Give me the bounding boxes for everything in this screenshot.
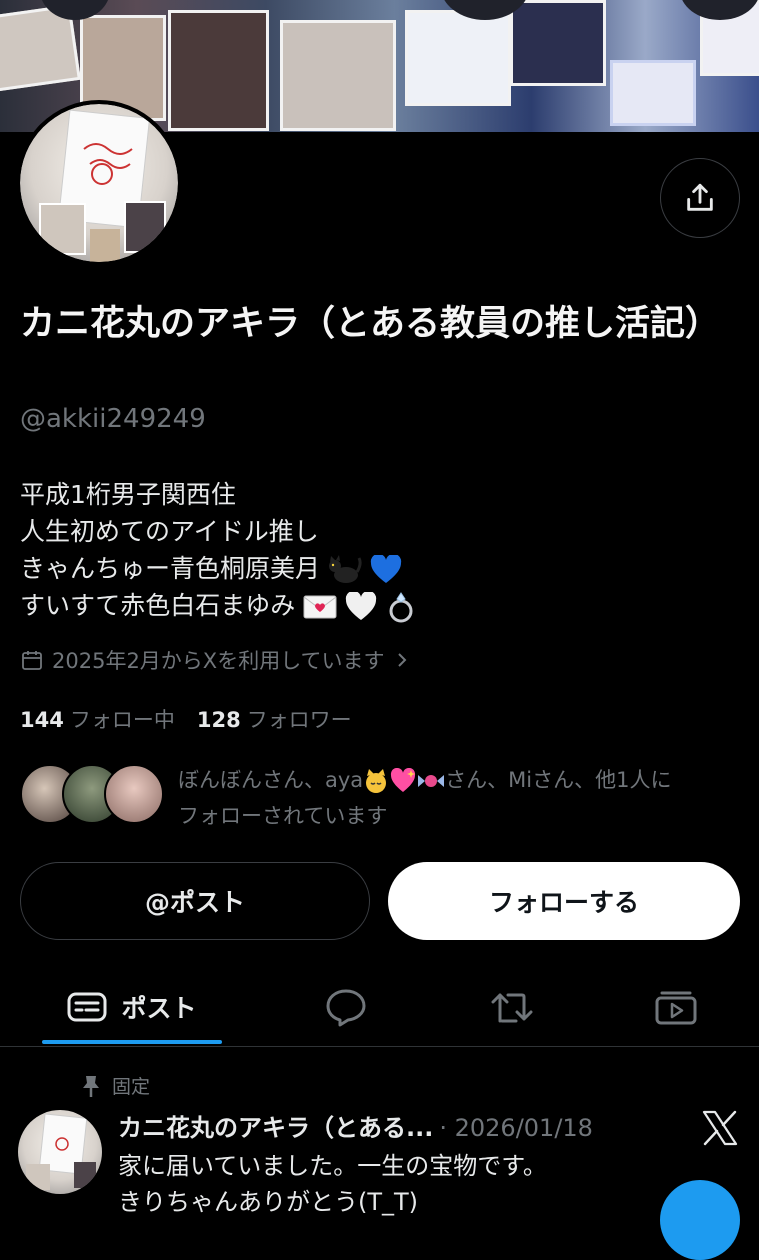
followed-by-suffix: フォローされています	[178, 804, 388, 828]
tab-posts[interactable]: ポスト	[42, 968, 222, 1046]
love-letter-icon	[303, 595, 337, 619]
banner-photo-card	[510, 0, 606, 86]
joined-text: 2025年2月からXを利用しています	[52, 649, 385, 673]
followers-count: 128	[196, 708, 241, 732]
compose-fab-button[interactable]	[660, 1180, 740, 1260]
followed-by-text[interactable]: ぼんぼんさん、aya さん、Miさん、他1人に フォローされています	[178, 762, 738, 834]
bio-line: すいすて赤色白石まゆみ	[20, 587, 419, 624]
banner-sign-card	[405, 10, 511, 106]
calendar-icon	[22, 651, 42, 670]
user-handle: @akkii249249	[20, 404, 206, 434]
sparkling-heart-icon	[391, 768, 416, 792]
tweet-author-name[interactable]: カニ花丸のアキラ（とある...	[118, 1114, 433, 1142]
profile-bio: 平成1桁男子関西住 人生初めてのアイドル推し きゃんちゅー青色桐原美月 すいすて…	[20, 476, 419, 624]
chevron-right-icon[interactable]	[393, 651, 411, 669]
video-icon	[655, 991, 697, 1025]
repost-icon	[491, 993, 533, 1023]
following-link[interactable]: 144 フォロー中	[20, 704, 175, 734]
white-heart-icon	[346, 592, 377, 620]
bio-line: きゃんちゅー青色桐原美月	[20, 550, 419, 587]
tweet-text-line: きりちゃんありがとう(T_T)	[118, 1188, 419, 1216]
tweet-text-line: 家に届いていました。一生の宝物です。	[118, 1152, 547, 1180]
avatar-illustration	[39, 109, 166, 262]
bio-line-text: きゃんちゅー青色桐原美月	[20, 554, 321, 583]
posts-tab-icon	[67, 992, 107, 1022]
pin-icon	[83, 1075, 99, 1097]
banner-acrylic-stand	[610, 60, 696, 126]
profile-avatar[interactable]	[16, 100, 182, 266]
share-button[interactable]	[660, 158, 740, 238]
bio-line-text: すいすて赤色白石まゆみ	[20, 591, 296, 620]
follow-counts: 144 フォロー中 128 フォロワー	[20, 704, 352, 734]
tab-reposts[interactable]	[466, 968, 558, 1046]
follow-button[interactable]: フォローする	[388, 862, 740, 940]
post-mention-button[interactable]: @ポスト	[20, 862, 370, 940]
bio-line: 平成1桁男子関西住	[20, 480, 236, 509]
tab-posts-label: ポスト	[121, 994, 197, 1023]
pinned-indicator: 固定	[80, 1072, 150, 1099]
display-name: カニ花丸のアキラ（とある教員の推し活記）	[20, 304, 721, 344]
x-logo-icon[interactable]	[700, 1108, 740, 1148]
profile-tabs: ポスト	[0, 968, 759, 1047]
ring-icon	[389, 592, 413, 623]
banner-photo-card	[280, 20, 396, 131]
black-cat-icon	[328, 555, 362, 583]
following-count: 144	[20, 708, 64, 732]
tab-media[interactable]	[630, 968, 722, 1046]
banner-photo-card	[168, 10, 269, 131]
reply-bubble-icon	[326, 989, 366, 1027]
candy-icon	[418, 775, 445, 787]
active-tab-indicator	[42, 1040, 222, 1044]
tab-replies[interactable]	[300, 968, 392, 1046]
mutual-followers-avatars[interactable]	[20, 764, 164, 824]
pinned-label: 固定	[112, 1076, 151, 1098]
share-icon	[687, 183, 713, 211]
followers-link[interactable]: 128 フォロワー	[197, 704, 352, 734]
joined-date: 2025年2月からXを利用しています	[20, 645, 411, 675]
tweet-header: カニ花丸のアキラ（とある... · 2026/01/18	[118, 1108, 593, 1143]
avatar	[104, 764, 164, 824]
followers-label: フォロワー	[246, 708, 352, 732]
followed-by-names: ぼんぼんさん、aya	[178, 768, 364, 792]
avatar-image	[20, 104, 178, 262]
tweet-author-avatar[interactable]	[18, 1110, 102, 1194]
tweet-date[interactable]: · 2026/01/18	[439, 1114, 593, 1142]
followed-by-rest: さん、Miさん、他1人に	[445, 768, 672, 792]
following-label: フォロー中	[69, 708, 175, 732]
cat-face-icon	[366, 769, 387, 793]
blue-heart-icon	[370, 555, 402, 583]
tweet-avatar-illustration	[26, 1113, 96, 1190]
bio-line: 人生初めてのアイドル推し	[20, 517, 319, 546]
tweet-body[interactable]: 家に届いていました。一生の宝物です。 きりちゃんありがとう(T_T)	[118, 1148, 547, 1220]
